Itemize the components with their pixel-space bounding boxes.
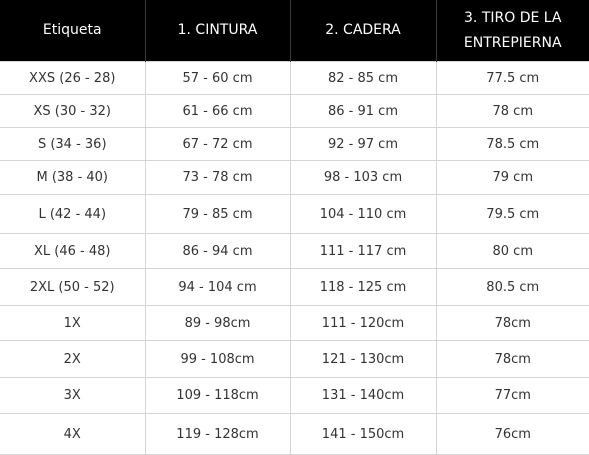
table-row: 3X 109 - 118cm 131 - 140cm 77cm: [0, 377, 589, 414]
waist-cell: 61 - 66 cm: [144, 94, 291, 128]
inseam-cell: 79.5 cm: [435, 194, 589, 234]
waist-cell: 99 - 108cm: [144, 340, 291, 378]
inseam-cell: 78cm: [435, 305, 589, 341]
header-row: Etiqueta 1. CINTURA 2. CADERA 3. TIRO DE…: [0, 0, 589, 62]
hip-cell: 118 - 125 cm: [289, 268, 437, 306]
size-chart-body: XXS (26 - 28) 57 - 60 cm 82 - 85 cm 77.5…: [0, 61, 589, 455]
header-cadera: 2. CADERA: [290, 0, 437, 62]
size-label-cell: L (42 - 44): [0, 194, 146, 234]
inseam-cell: 76cm: [435, 413, 589, 455]
hip-cell: 111 - 117 cm: [289, 233, 437, 269]
waist-cell: 57 - 60 cm: [144, 61, 291, 95]
hip-cell: 92 - 97 cm: [289, 127, 437, 161]
inseam-cell: 80 cm: [435, 233, 589, 269]
hip-cell: 141 - 150cm: [289, 413, 437, 455]
size-chart-table: Etiqueta 1. CINTURA 2. CADERA 3. TIRO DE…: [0, 0, 589, 455]
inseam-cell: 77cm: [435, 377, 589, 414]
table-row: 2X 99 - 108cm 121 - 130cm 78cm: [0, 340, 589, 378]
waist-cell: 79 - 85 cm: [144, 194, 291, 234]
table-row: M (38 - 40) 73 - 78 cm 98 - 103 cm 79 cm: [0, 160, 589, 195]
size-label-cell: XS (30 - 32): [0, 94, 146, 128]
inseam-cell: 78cm: [435, 340, 589, 378]
waist-cell: 89 - 98cm: [144, 305, 291, 341]
hip-cell: 82 - 85 cm: [289, 61, 437, 95]
hip-cell: 104 - 110 cm: [289, 194, 437, 234]
inseam-cell: 78.5 cm: [435, 127, 589, 161]
table-row: 4X 119 - 128cm 141 - 150cm 76cm: [0, 413, 589, 455]
size-label-cell: 2XL (50 - 52): [0, 268, 146, 306]
size-label-cell: M (38 - 40): [0, 160, 146, 195]
inseam-cell: 78 cm: [435, 94, 589, 128]
waist-cell: 109 - 118cm: [144, 377, 291, 414]
table-row: 1X 89 - 98cm 111 - 120cm 78cm: [0, 305, 589, 341]
inseam-cell: 80.5 cm: [435, 268, 589, 306]
hip-cell: 131 - 140cm: [289, 377, 437, 414]
size-chart-header: Etiqueta 1. CINTURA 2. CADERA 3. TIRO DE…: [0, 0, 589, 62]
inseam-cell: 79 cm: [435, 160, 589, 195]
header-tiro: 3. TIRO DE LA ENTREPIERNA: [436, 0, 589, 62]
header-cintura: 1. CINTURA: [145, 0, 291, 62]
hip-cell: 121 - 130cm: [289, 340, 437, 378]
size-label-cell: 1X: [0, 305, 146, 341]
hip-cell: 111 - 120cm: [289, 305, 437, 341]
table-row: S (34 - 36) 67 - 72 cm 92 - 97 cm 78.5 c…: [0, 127, 589, 161]
size-label-cell: 4X: [0, 413, 146, 455]
hip-cell: 98 - 103 cm: [289, 160, 437, 195]
waist-cell: 94 - 104 cm: [144, 268, 291, 306]
header-etiqueta: Etiqueta: [0, 0, 146, 62]
waist-cell: 119 - 128cm: [144, 413, 291, 455]
hip-cell: 86 - 91 cm: [289, 94, 437, 128]
table-row: L (42 - 44) 79 - 85 cm 104 - 110 cm 79.5…: [0, 194, 589, 234]
table-row: 2XL (50 - 52) 94 - 104 cm 118 - 125 cm 8…: [0, 268, 589, 306]
table-row: XL (46 - 48) 86 - 94 cm 111 - 117 cm 80 …: [0, 233, 589, 269]
table-row: XS (30 - 32) 61 - 66 cm 86 - 91 cm 78 cm: [0, 94, 589, 128]
inseam-cell: 77.5 cm: [435, 61, 589, 95]
size-label-cell: S (34 - 36): [0, 127, 146, 161]
waist-cell: 86 - 94 cm: [144, 233, 291, 269]
size-label-cell: 2X: [0, 340, 146, 378]
table-row: XXS (26 - 28) 57 - 60 cm 82 - 85 cm 77.5…: [0, 61, 589, 95]
size-label-cell: 3X: [0, 377, 146, 414]
waist-cell: 67 - 72 cm: [144, 127, 291, 161]
waist-cell: 73 - 78 cm: [144, 160, 291, 195]
size-label-cell: XXS (26 - 28): [0, 61, 146, 95]
size-label-cell: XL (46 - 48): [0, 233, 146, 269]
